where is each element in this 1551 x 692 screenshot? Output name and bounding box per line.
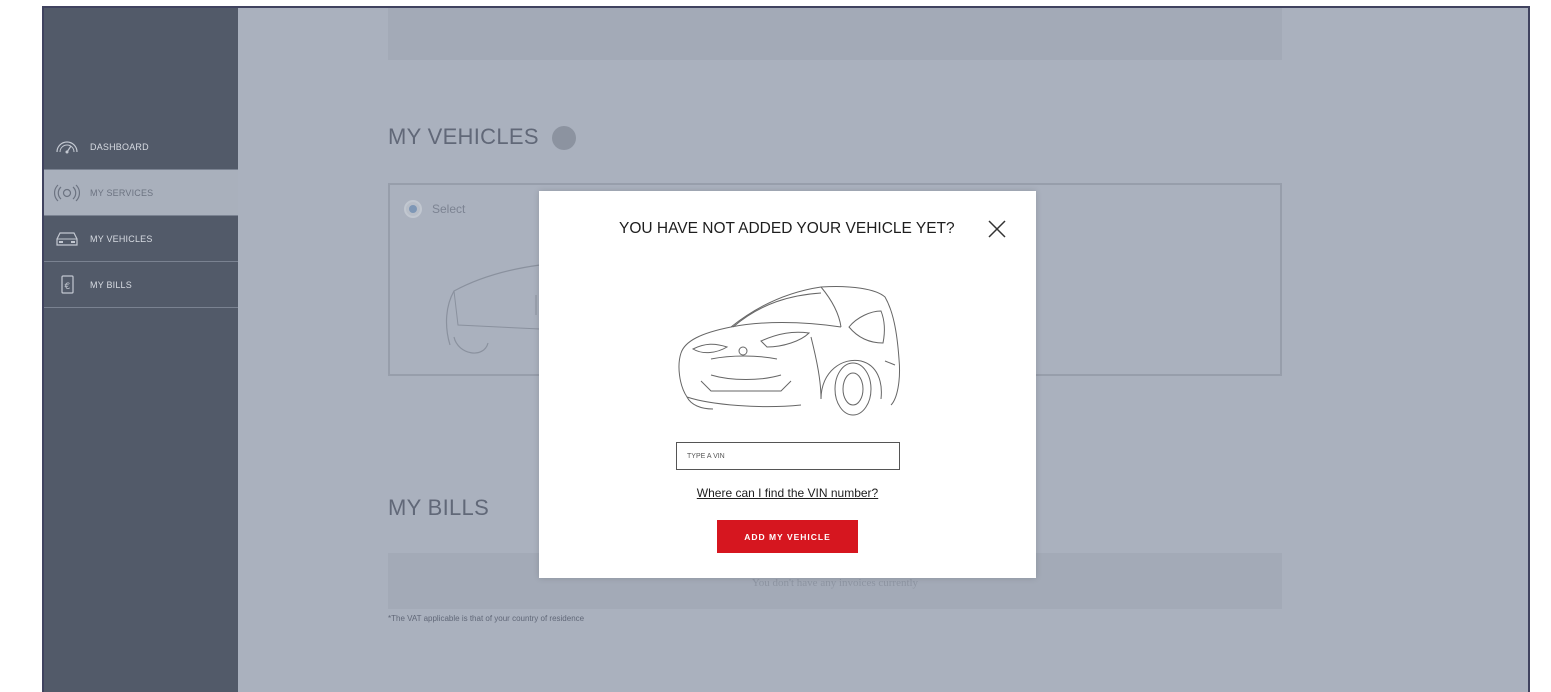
add-vehicle-button[interactable]: ADD MY VEHICLE: [717, 520, 858, 553]
close-icon[interactable]: [986, 218, 1008, 240]
vehicle-select-radio[interactable]: [404, 200, 422, 218]
car-illustration: [678, 286, 900, 416]
invoice-euro-icon: €: [52, 274, 82, 296]
sidebar-item-label: MY VEHICLES: [90, 233, 153, 244]
dashboard-icon: [52, 136, 82, 158]
vat-note: *The VAT applicable is that of your coun…: [388, 614, 585, 623]
add-vehicle-modal: YOU HAVE NOT ADDED YOUR VEHICLE YET? TYP…: [539, 191, 1036, 578]
modal-title: YOU HAVE NOT ADDED YOUR VEHICLE YET?: [619, 220, 955, 237]
info-icon[interactable]: [552, 126, 576, 150]
vehicles-section-title: MY VEHICLES: [388, 124, 539, 149]
vehicle-illustration: [445, 264, 541, 354]
sidebar-item-label: DASHBOARD: [90, 141, 149, 152]
vin-help-link[interactable]: Where can I find the VIN number?: [539, 486, 1036, 500]
sidebar-item-label: MY SERVICES: [90, 187, 154, 198]
vehicle-select-label: Select: [432, 202, 466, 216]
sidebar-item-my-bills[interactable]: € MY BILLS: [44, 262, 238, 308]
connected-services-icon: [52, 182, 82, 204]
bills-empty-message: You don't have any invoices currently: [751, 577, 919, 589]
vin-input[interactable]: [676, 442, 900, 470]
car-front-icon: [52, 228, 82, 250]
bills-section-title: MY BILLS: [388, 495, 490, 520]
sidebar-item-my-services[interactable]: MY SERVICES: [44, 170, 238, 216]
sidebar-item-label: MY BILLS: [90, 279, 132, 290]
svg-text:€: €: [65, 282, 71, 292]
sidebar: DASHBOARD MY SERVICES MY VEHICLES € MY B…: [44, 8, 238, 692]
top-card: [388, 8, 1282, 60]
sidebar-item-dashboard[interactable]: DASHBOARD: [44, 124, 238, 170]
sidebar-item-my-vehicles[interactable]: MY VEHICLES: [44, 216, 238, 262]
